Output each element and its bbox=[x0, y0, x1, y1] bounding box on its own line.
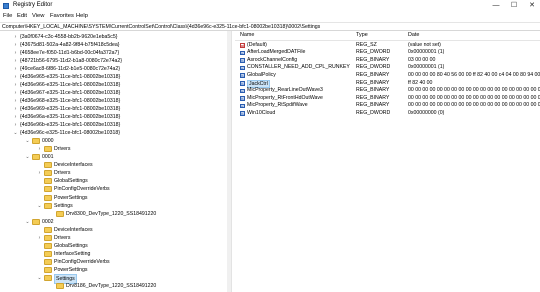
menu-view[interactable]: View bbox=[32, 13, 44, 19]
folder-icon bbox=[56, 283, 64, 290]
value-type: REG_DWORD bbox=[356, 109, 391, 116]
value-row[interactable]: 01 Win10Cloud REG_DWORD 0x00000000 (0) bbox=[235, 110, 540, 118]
value-name[interactable]: AsrockChannelConfig bbox=[247, 57, 297, 65]
value-type: REG_BINARY bbox=[356, 79, 390, 86]
column-data[interactable]: Date bbox=[408, 32, 419, 38]
value-type: REG_BINARY bbox=[356, 71, 390, 78]
string-value-icon: ab bbox=[240, 43, 246, 48]
value-row[interactable]: ab (Default) REG_SZ (value not set) bbox=[235, 42, 540, 50]
binary-value-icon: 01 bbox=[240, 88, 245, 94]
value-type: REG_BINARY bbox=[356, 56, 390, 63]
value-data: 0x00000001 (1) bbox=[408, 64, 445, 71]
values-list: Name Type Date ab (Default) REG_SZ (value n… bbox=[235, 31, 540, 292]
value-type: REG_DWORD bbox=[356, 49, 391, 56]
value-data: 03 00 00 00 bbox=[408, 56, 436, 63]
binary-value-icon: 01 bbox=[240, 50, 245, 56]
value-type: REG_BINARY bbox=[356, 87, 390, 94]
menu-edit[interactable]: Edit bbox=[17, 13, 27, 19]
value-row[interactable]: 01 MicProperty_RtSpdifWave REG_BINARY 00 00… bbox=[235, 102, 540, 110]
value-type: REG_BINARY bbox=[356, 102, 390, 109]
value-data: 0x00000001 (1) bbox=[408, 49, 445, 56]
value-data: 00 00 00 00 80 40 56 00 00 ff 82 40 00 c… bbox=[408, 71, 540, 78]
value-data: 00 00 00 00 00 00 00 00 00 00 00 00 00 0… bbox=[408, 94, 540, 101]
menu-bar: File Edit View Favorites Help bbox=[0, 12, 540, 22]
value-data: (value not set) bbox=[408, 41, 441, 48]
value-name[interactable]: MicProperty_RtSpdifWave bbox=[247, 102, 308, 110]
value-row[interactable]: 01 AfterLoadMergedDATFile REG_DWORD 0x00000… bbox=[235, 49, 540, 57]
menu-file[interactable]: File bbox=[3, 13, 12, 19]
value-name[interactable]: (Default) bbox=[247, 42, 267, 50]
value-type: REG_BINARY bbox=[356, 94, 390, 101]
binary-value-icon: 01 bbox=[240, 65, 245, 71]
value-data: 00 00 00 00 00 00 00 00 00 00 00 00 00 0… bbox=[408, 102, 540, 109]
value-name[interactable]: MicProperty_RearLineOutWave3 bbox=[247, 87, 323, 95]
value-data: ff 82 40 00 bbox=[408, 79, 433, 86]
registry-tree: › {3a0f0674-c3c-4558-bb2b-9620e1eba5c5} ›{… bbox=[0, 31, 231, 292]
menu-help[interactable]: Help bbox=[76, 13, 88, 19]
list-header: Name Type Date bbox=[235, 31, 540, 41]
menu-favorites[interactable]: Favorites bbox=[50, 13, 74, 19]
binary-value-icon: 01 bbox=[240, 96, 245, 102]
value-row[interactable]: 01 CONSTALLER_NEED_ADD_CPL_RUNKEY REG_DWOR… bbox=[235, 64, 540, 72]
value-name[interactable]: MicProperty_RtFrontHdOutWave bbox=[247, 95, 323, 103]
tree-node-label[interactable]: Drv8186_DevType_1220_SS18491220 bbox=[66, 281, 156, 291]
tree-node[interactable]: Drv8186_DevType_1220_SS18491220 bbox=[0, 281, 226, 291]
window-title: Registry Editor bbox=[13, 2, 53, 8]
binary-value-icon: 01 bbox=[240, 73, 245, 79]
value-name[interactable]: GlobalPolicy bbox=[247, 72, 276, 80]
column-name[interactable]: Name bbox=[240, 32, 254, 38]
value-data: 00 00 00 00 00 00 00 00 00 00 00 00 00 0… bbox=[408, 87, 540, 94]
value-name[interactable]: AfterLoadMergedDATFile bbox=[247, 49, 305, 57]
binary-value-icon: 01 bbox=[240, 58, 245, 64]
address-path[interactable]: Computer\HKEY_LOCAL_MACHINE\SYSTEM\Curre… bbox=[2, 24, 320, 30]
close-button[interactable]: ✕ bbox=[524, 1, 540, 11]
registry-editor-icon bbox=[3, 3, 9, 9]
value-name[interactable]: CONSTALLER_NEED_ADD_CPL_RUNKEY bbox=[247, 64, 350, 72]
binary-value-icon: 01 bbox=[240, 81, 245, 86]
column-type[interactable]: Type bbox=[356, 32, 368, 38]
title-bar: Registry Editor — ☐ ✕ bbox=[0, 0, 540, 12]
value-row[interactable]: 01 AsrockChannelConfig REG_BINARY 03 00 00 … bbox=[235, 57, 540, 65]
minimize-button[interactable]: — bbox=[488, 1, 504, 11]
maximize-button[interactable]: ☐ bbox=[506, 1, 522, 11]
value-row[interactable]: 01 MicProperty_RtFrontHdOutWave REG_BINARY… bbox=[235, 95, 540, 103]
value-name[interactable]: Win10Cloud bbox=[247, 110, 275, 118]
value-row[interactable]: 01 JackCtrl REG_BINARY ff 82 40 00 bbox=[235, 80, 540, 88]
address-bar[interactable]: Computer\HKEY_LOCAL_MACHINE\SYSTEM\Curre… bbox=[0, 22, 540, 31]
value-type: REG_DWORD bbox=[356, 64, 391, 71]
value-type: REG_SZ bbox=[356, 41, 377, 48]
value-data: 0x00000000 (0) bbox=[408, 109, 445, 116]
binary-value-icon: 01 bbox=[240, 111, 245, 117]
value-row[interactable]: 01 MicProperty_RearLineOutWave3 REG_BINARY… bbox=[235, 87, 540, 95]
binary-value-icon: 01 bbox=[240, 103, 245, 109]
value-row[interactable]: 01 GlobalPolicy REG_BINARY 00 00 00 00 80 4… bbox=[235, 72, 540, 80]
